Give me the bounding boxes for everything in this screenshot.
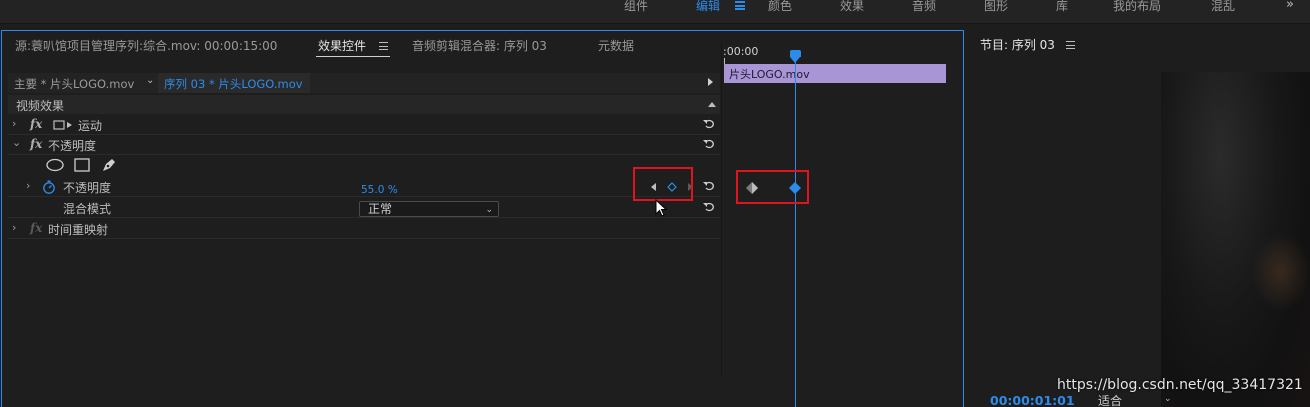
master-clip-label[interactable]: 主要 * 片头LOGO.mov — [14, 76, 134, 92]
reset-icon[interactable] — [703, 119, 715, 129]
fit-select[interactable]: 适合 — [1098, 392, 1122, 407]
highlight-box-keyframes — [736, 170, 809, 204]
expand-chevron-icon[interactable]: › — [26, 179, 30, 192]
program-monitor-panel: 节目: 序列 03 00:00:01:01 适合 ⌄ — [966, 30, 1310, 407]
timeline-divider — [721, 42, 722, 377]
playhead-handle[interactable] — [790, 50, 801, 63]
workspace-bar: 组件 编辑 颜色 效果 音频 图形 库 我的布局 混乱 » — [0, 0, 1310, 24]
tab-audio-clip-mixer[interactable]: 音频剪辑混合器: 序列 03 — [412, 37, 547, 54]
video-effects-label: 视频效果 — [16, 99, 65, 113]
sequence-clip-label[interactable]: 序列 03 * 片头LOGO.mov — [158, 73, 310, 93]
double-chevron-right-icon[interactable]: » — [1286, 0, 1294, 11]
timeline-clip[interactable]: 片头LOGO.mov — [724, 64, 946, 83]
program-timecode[interactable]: 00:00:01:01 — [990, 393, 1075, 407]
tab-metadata[interactable]: 元数据 — [598, 37, 634, 54]
reset-icon[interactable] — [703, 139, 715, 149]
blend-mode-value: 正常 — [368, 202, 393, 216]
program-monitor-title[interactable]: 节目: 序列 03 — [980, 36, 1055, 53]
fx-toggle-icon[interactable]: fx — [30, 137, 42, 151]
play-triangle-icon[interactable] — [708, 78, 713, 86]
workspace-tab-audio[interactable]: 音频 — [912, 0, 936, 12]
stopwatch-icon[interactable] — [42, 180, 56, 194]
property-name-blend-mode: 混合模式 — [63, 202, 112, 216]
workspace-tab-libraries[interactable]: 库 — [1056, 0, 1068, 12]
playhead-line[interactable] — [795, 57, 796, 407]
reset-icon[interactable] — [703, 181, 715, 191]
chevron-down-icon[interactable]: ⌄ — [1164, 394, 1172, 404]
mask-tools-row — [8, 155, 720, 175]
workspace-tab-editing[interactable]: 编辑 — [696, 0, 720, 12]
motion-transform-icon — [53, 120, 72, 130]
effect-name-time-remap: 时间重映射 — [48, 223, 109, 237]
workspace-tab-my-layout[interactable]: 我的布局 — [1113, 0, 1161, 12]
effect-row-motion: › fx 运动 — [8, 115, 720, 135]
video-effects-header: 视频效果 — [8, 95, 720, 114]
effect-row-opacity: ⌄ fx 不透明度 — [8, 135, 720, 155]
blend-mode-select[interactable]: 正常 ⌄ — [359, 201, 499, 217]
watermark-text: https://blog.csdn.net/qq_33417321 — [1057, 377, 1303, 393]
property-name-opacity: 不透明度 — [63, 181, 112, 195]
active-tab-underline — [316, 56, 390, 57]
workspace-tab-assembly[interactable]: 组件 — [624, 0, 648, 12]
workspace-menu-icon[interactable] — [735, 1, 745, 10]
highlight-box-keyframe-nav — [633, 167, 693, 201]
reset-icon[interactable] — [703, 202, 715, 212]
tab-effect-controls[interactable]: 效果控件 — [318, 37, 366, 54]
panel-menu-icon[interactable] — [1066, 41, 1075, 49]
expand-chevron-icon[interactable]: › — [12, 221, 16, 234]
clip-selector-row: 主要 * 片头LOGO.mov ⌄ 序列 03 * 片头LOGO.mov — [8, 73, 720, 93]
chevron-down-icon[interactable]: ⌄ — [146, 75, 154, 86]
pen-mask-icon[interactable] — [101, 157, 117, 173]
workspace-tab-chaos[interactable]: 混乱 — [1211, 0, 1235, 12]
workspace-tab-color[interactable]: 颜色 — [768, 0, 792, 12]
effect-name-motion: 运动 — [78, 119, 103, 133]
effect-controls-panel: 源:蓑叭馆项目管理序列:综合.mov: 00:00:15:00 效果控件 音频剪… — [1, 30, 964, 407]
collapse-up-icon[interactable] — [708, 102, 716, 107]
video-content — [1251, 232, 1310, 312]
effect-name-opacity: 不透明度 — [48, 139, 97, 153]
program-video-frame — [1161, 72, 1310, 407]
timeline-clip-label: 片头LOGO.mov — [729, 68, 810, 81]
effect-row-time-remap: › fx 时间重映射 — [8, 219, 720, 239]
chevron-down-icon: ⌄ — [485, 205, 493, 215]
rectangle-mask-icon[interactable] — [74, 158, 90, 172]
fx-toggle-icon[interactable]: fx — [30, 117, 42, 131]
expand-chevron-icon[interactable]: › — [12, 117, 16, 130]
fx-toggle-icon[interactable]: fx — [30, 221, 42, 235]
opacity-value[interactable]: 55.0 % — [361, 184, 398, 196]
workspace-tab-graphics[interactable]: 图形 — [984, 0, 1008, 12]
collapse-chevron-icon[interactable]: ⌄ — [12, 136, 21, 149]
tab-source[interactable]: 源:蓑叭馆项目管理序列:综合.mov: 00:00:15:00 — [15, 37, 277, 54]
timeline-ruler-timecode: :00:00 — [723, 45, 759, 58]
panel-menu-icon[interactable] — [379, 42, 388, 50]
workspace-tab-effects[interactable]: 效果 — [840, 0, 864, 12]
mouse-cursor-icon — [655, 199, 668, 217]
ellipse-mask-icon[interactable] — [46, 158, 64, 172]
